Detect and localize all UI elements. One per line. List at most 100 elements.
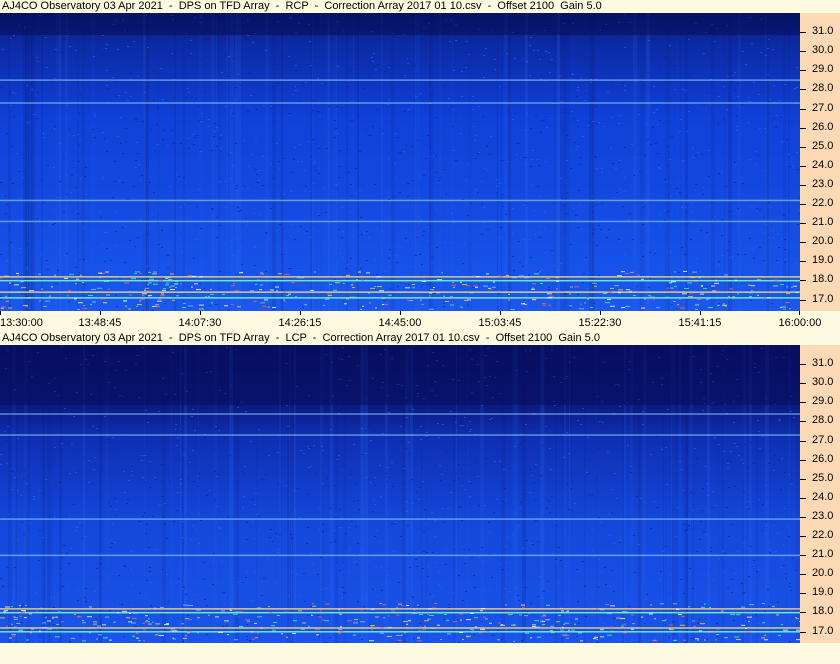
spectrogram-noise <box>642 256 644 257</box>
spectrogram-rfi <box>700 293 704 295</box>
spectrogram-noise <box>665 57 667 58</box>
spectrogram-noise <box>208 126 210 127</box>
spectrogram-noise <box>572 481 574 482</box>
spectrogram-noise <box>611 82 613 83</box>
spectrogram-noise <box>0 461 2 462</box>
spectrogram-noise <box>322 483 324 484</box>
spectrogram-noise <box>554 405 556 406</box>
spectrogram-noise <box>607 244 609 245</box>
spectrogram-rfi <box>352 279 355 281</box>
spectrogram-noise <box>164 523 166 524</box>
spectrogram-noise <box>651 452 653 453</box>
spectrogram-noise <box>566 432 568 433</box>
spectrogram-noise <box>271 407 273 408</box>
spectrogram-noise <box>772 49 774 50</box>
spectrogram-noise <box>719 634 721 635</box>
spectrogram-noise <box>490 136 492 137</box>
spectrogram-noise <box>145 410 147 411</box>
spectrogram-noise <box>342 587 344 588</box>
spectrogram-noise <box>408 109 410 110</box>
spectrogram-noise <box>566 160 568 161</box>
spectrogram-noise <box>225 207 227 208</box>
spectrogram-noise <box>174 429 176 430</box>
spectrogram-rfi <box>149 278 154 280</box>
spectrogram-rfi <box>199 304 204 306</box>
spectrogram-streak <box>310 13 312 311</box>
spectrogram-noise <box>773 629 775 630</box>
spectrogram-noise <box>692 157 694 158</box>
spectrogram-rfi <box>93 623 97 625</box>
spectrogram-noise <box>502 206 504 207</box>
spectrogram-noise <box>564 109 566 110</box>
spectrogram-noise <box>743 592 745 593</box>
spectrogram-noise <box>691 211 693 212</box>
spectrogram-rfi <box>783 629 788 631</box>
spectrogram-noise <box>575 149 577 150</box>
spectrogram-noise <box>197 189 199 190</box>
spectrogram-noise <box>711 507 713 508</box>
spectrogram-noise <box>742 51 744 52</box>
spectrogram-noise <box>292 94 294 95</box>
spectrogram-noise <box>226 76 228 77</box>
spectrogram-rfi <box>166 282 169 284</box>
spectrogram-noise <box>404 111 406 112</box>
spectrogram-rfi <box>171 628 175 630</box>
spectrogram-rfi <box>29 290 34 292</box>
spectrogram-noise <box>534 466 536 467</box>
spectrogram-noise <box>479 75 481 76</box>
spectrogram-rfi <box>618 292 621 294</box>
spectrogram-noise <box>404 75 406 76</box>
spectrogram-rfi <box>218 631 223 633</box>
spectrogram-noise <box>27 122 29 123</box>
spectrogram-noise <box>533 50 535 51</box>
spectrogram-noise <box>716 636 718 637</box>
spectrogram-noise <box>483 168 485 169</box>
spectrogram-rfi <box>751 285 755 287</box>
spectrogram-noise <box>106 151 108 152</box>
spectrogram-noise <box>646 35 648 36</box>
spectrogram-rfi <box>673 300 676 302</box>
spectrogram-noise <box>462 425 464 426</box>
spectrogram-noise <box>151 215 153 216</box>
spectrogram-noise <box>135 626 137 627</box>
spectrogram-rfi <box>699 630 702 632</box>
spectrogram-noise <box>167 565 169 566</box>
spectrogram-noise <box>116 212 118 213</box>
spectrogram-noise <box>470 203 472 204</box>
spectrogram-noise <box>594 156 596 157</box>
spectrogram-rfi <box>649 613 653 615</box>
spectrogram-noise <box>736 126 738 127</box>
spectrogram-rfi <box>9 282 11 284</box>
spectrogram-noise <box>705 466 707 467</box>
spectrogram-rfi <box>308 625 310 627</box>
spectrogram-rfi <box>340 626 342 628</box>
frequency-tick <box>800 574 806 576</box>
spectrogram-noise <box>631 66 633 67</box>
spectrogram-noise <box>122 153 124 154</box>
spectrogram-rfi <box>137 304 142 306</box>
spectrogram-noise <box>453 480 455 481</box>
spectrogram-noise <box>744 444 746 445</box>
spectrogram-noise <box>291 172 293 173</box>
spectrogram-noise <box>679 44 681 45</box>
spectrogram-rfi <box>284 301 286 303</box>
spectrogram-noise <box>139 593 141 594</box>
interference-band <box>0 413 800 415</box>
spectrogram-rfi <box>292 633 296 635</box>
spectrogram-rfi <box>185 635 187 637</box>
spectrogram-noise <box>281 254 283 255</box>
spectrogram-noise <box>695 447 697 448</box>
frequency-tick-label: 24.0 <box>812 490 834 503</box>
spectrogram-rfi <box>260 273 264 275</box>
spectrogram-rfi <box>377 286 382 288</box>
spectrogram-rfi <box>629 291 632 293</box>
spectrogram-rfi <box>11 623 13 625</box>
spectrogram-noise <box>734 162 736 163</box>
spectrogram-noise <box>781 141 783 142</box>
spectrogram-noise <box>50 597 52 598</box>
spectrogram-noise <box>533 482 535 483</box>
spectrogram-noise <box>46 630 48 631</box>
spectrogram-rfi <box>459 613 463 615</box>
spectrogram-rfi <box>412 283 415 285</box>
spectrogram-noise <box>388 514 390 515</box>
